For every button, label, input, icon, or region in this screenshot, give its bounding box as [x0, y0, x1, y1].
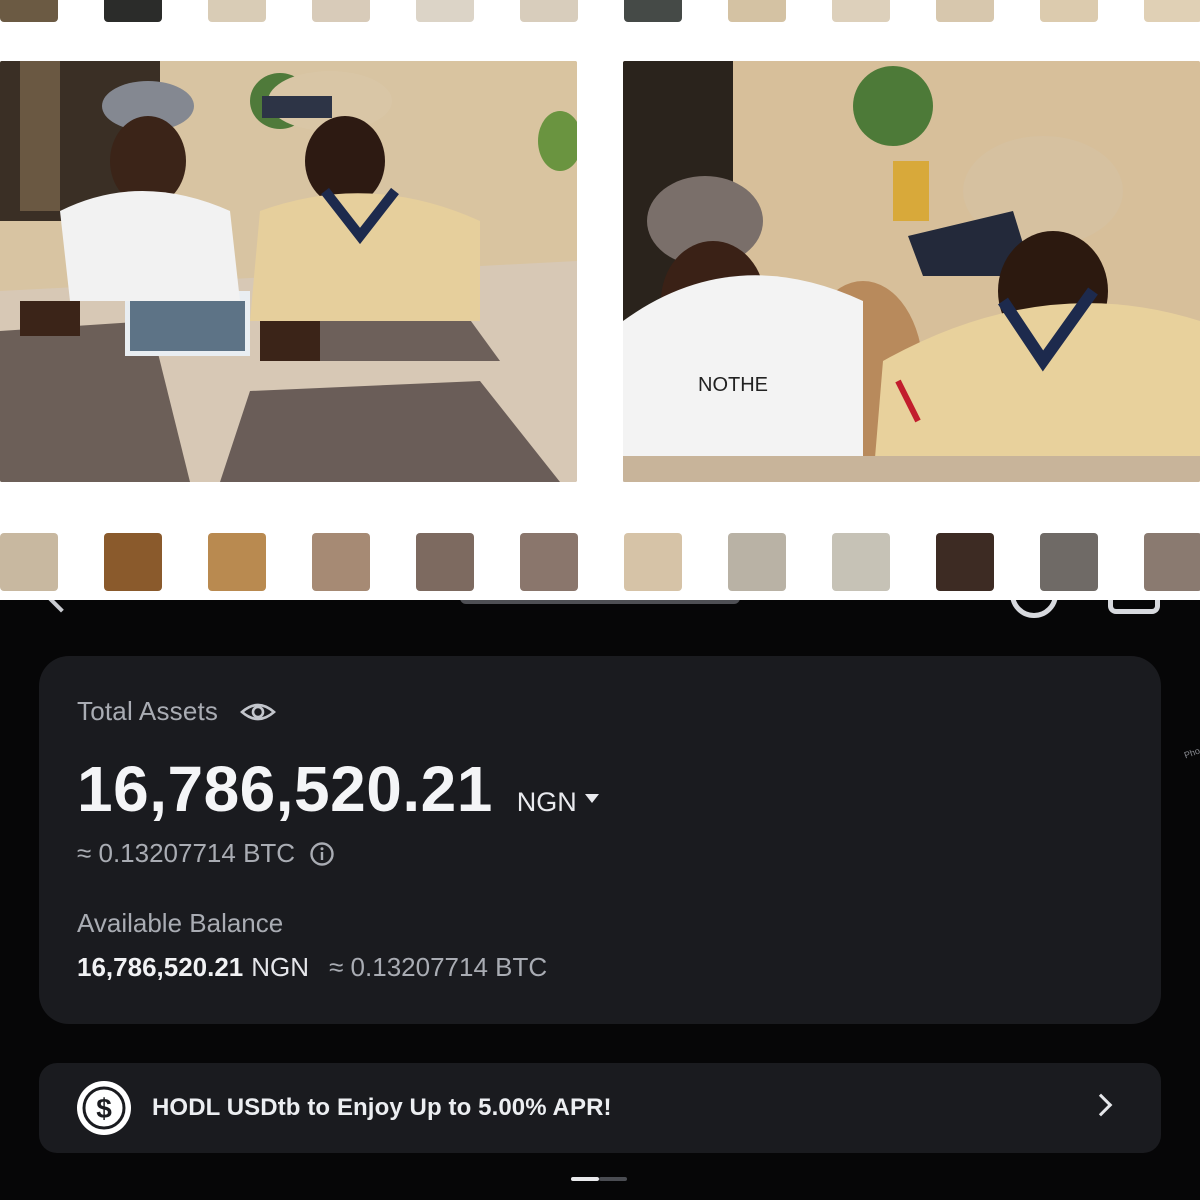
caret-down-icon	[584, 794, 599, 803]
photo-right-image: NOTHE	[623, 61, 1200, 482]
sprocket-hole	[104, 533, 162, 591]
sprocket-hole	[416, 533, 474, 591]
dollar-coin-icon: $	[77, 1081, 131, 1135]
currency-code: NGN	[516, 787, 577, 817]
sprocket-hole	[1040, 533, 1098, 591]
svg-text:$: $	[96, 1093, 112, 1124]
wallet-screen: Total Assets 16,786,520.21 NGN ≈ 0.13207…	[0, 600, 1200, 1200]
sprocket-hole	[208, 533, 266, 591]
sprocket-hole	[624, 0, 682, 22]
page-dot-active	[571, 1177, 599, 1181]
sprocket-hole	[312, 533, 370, 591]
header-title-clipped	[460, 600, 740, 604]
photo-left-image	[0, 61, 577, 482]
promo-text: HODL USDtb to Enjoy Up to 5.00% APR!	[152, 1094, 612, 1121]
sprocket-hole	[936, 0, 994, 22]
sprocket-hole	[728, 533, 786, 591]
sprocket-hole	[312, 0, 370, 22]
photo-left	[0, 61, 577, 482]
sprocket-hole	[1144, 533, 1200, 591]
film-strip-collage: NOTHE	[0, 0, 1200, 600]
history-icon[interactable]	[1010, 600, 1058, 618]
sprocket-hole	[1040, 0, 1098, 22]
photo-right: NOTHE	[623, 61, 1200, 482]
eye-icon[interactable]	[240, 700, 277, 724]
available-balance-label: Available Balance	[77, 908, 284, 938]
page-dot	[599, 1177, 627, 1181]
header-action-icon[interactable]	[1108, 600, 1160, 614]
info-icon[interactable]	[309, 841, 335, 867]
available-btc-equivalent: ≈ 0.13207714 BTC	[329, 952, 548, 982]
sprocket-hole	[728, 0, 786, 22]
btc-equivalent-row: ≈ 0.13207714 BTC	[77, 838, 335, 869]
sprocket-hole	[104, 0, 162, 22]
bottom-sprocket-row	[0, 533, 1200, 591]
btc-equivalent: ≈ 0.13207714 BTC	[77, 838, 296, 868]
hodl-promo-banner[interactable]: $ HODL USDtb to Enjoy Up to 5.00% APR!	[39, 1063, 1161, 1153]
currency-dropdown[interactable]: NGN	[517, 787, 599, 818]
total-balance-amount: 16,786,520.21	[77, 753, 493, 825]
total-assets-header: Total Assets	[77, 696, 277, 727]
total-assets-card: Total Assets 16,786,520.21 NGN ≈ 0.13207…	[39, 656, 1161, 1024]
sprocket-hole	[0, 533, 58, 591]
sprocket-hole	[520, 0, 578, 22]
total-assets-label: Total Assets	[77, 696, 219, 726]
page-indicator	[571, 1177, 627, 1181]
sprocket-hole	[0, 0, 58, 22]
sprocket-hole	[832, 533, 890, 591]
back-arrow-icon[interactable]	[45, 600, 77, 613]
sprocket-hole	[416, 0, 474, 22]
sprocket-hole	[520, 533, 578, 591]
chevron-right-icon	[1089, 1093, 1113, 1117]
sprocket-hole	[832, 0, 890, 22]
available-balance-amount: 16,786,520.21	[77, 952, 244, 982]
available-balance-row: 16,786,520.21 NGN ≈ 0.13207714 BTC	[77, 952, 547, 983]
total-balance-row: 16,786,520.21 NGN	[77, 752, 599, 826]
sprocket-hole	[624, 533, 682, 591]
top-sprocket-row	[0, 0, 1200, 22]
side-watermark: Pho	[1182, 745, 1200, 761]
sprocket-hole	[936, 533, 994, 591]
available-balance-currency: NGN	[251, 952, 310, 982]
sprocket-hole	[208, 0, 266, 22]
sprocket-hole	[1144, 0, 1200, 22]
app-header-clipped	[0, 600, 1200, 618]
svg-text:NOTHE: NOTHE	[698, 374, 768, 396]
